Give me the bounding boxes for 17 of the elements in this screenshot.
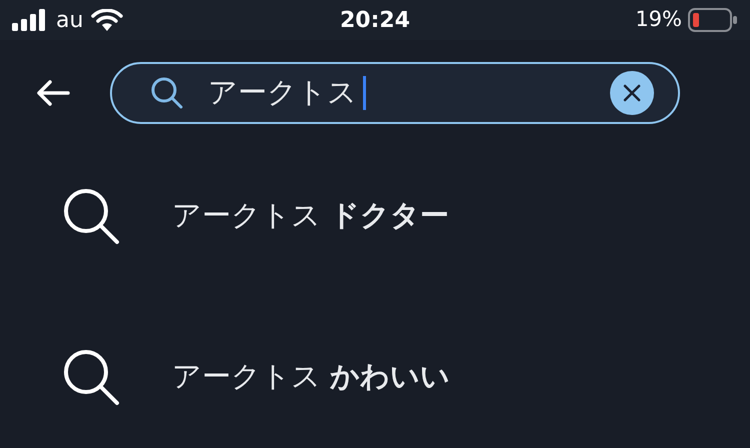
battery-icon — [688, 8, 738, 32]
text-cursor — [363, 76, 366, 110]
clear-button[interactable] — [610, 71, 654, 115]
search-icon — [62, 187, 120, 245]
close-icon — [623, 84, 641, 102]
wifi-icon — [91, 9, 124, 31]
carrier-label: au — [56, 6, 84, 34]
suggestion-text[interactable]: アークトス ドクター — [172, 194, 450, 238]
search-field[interactable]: アークトス — [110, 62, 680, 124]
suggestion-text[interactable]: アークトス かわいい — [172, 355, 450, 399]
search-icon — [150, 76, 184, 110]
battery-percent: 19% — [635, 6, 682, 34]
search-text: アークトス — [208, 74, 357, 112]
time-label: 20:24 — [340, 6, 410, 34]
back-arrow-icon[interactable] — [36, 80, 70, 106]
signal-icon — [12, 9, 48, 31]
search-icon — [62, 348, 120, 406]
